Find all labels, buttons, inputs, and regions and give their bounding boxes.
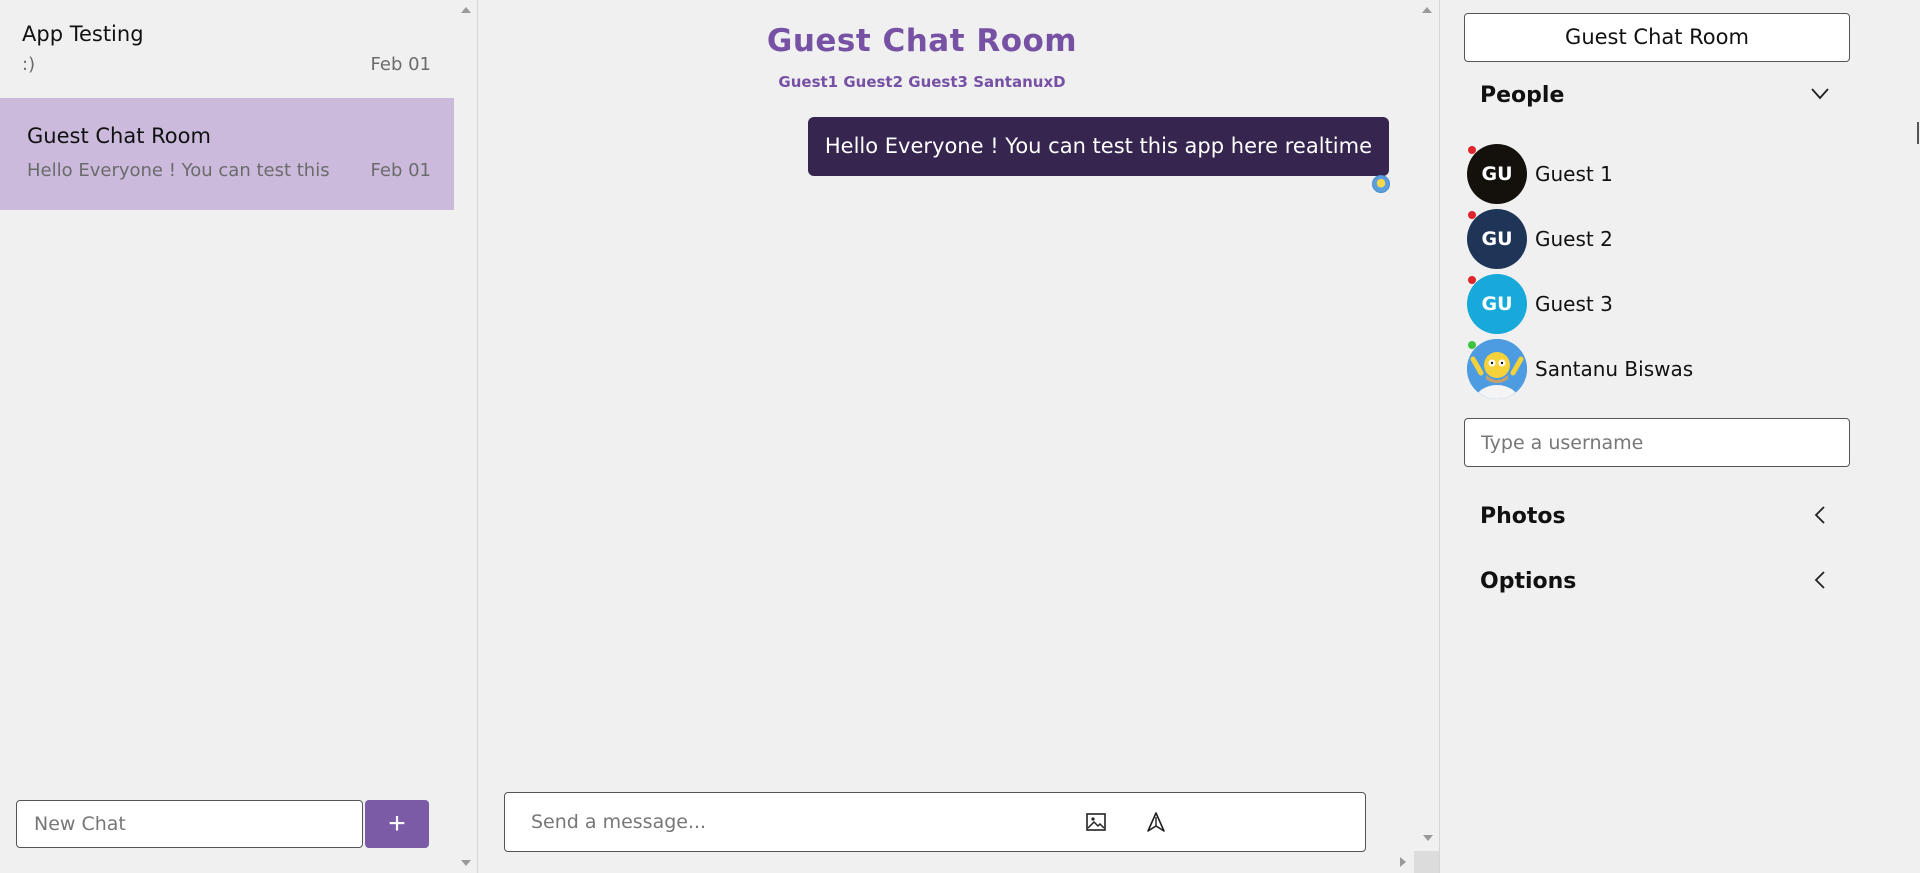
message-input[interactable] <box>506 794 1166 850</box>
chat-members: Guest1 Guest2 Guest3 SantanuxD <box>778 73 1066 91</box>
person-name: Guest 2 <box>1535 227 1613 251</box>
scroll-up-arrow[interactable] <box>1422 7 1432 13</box>
photos-section-header[interactable]: Photos <box>1480 504 1840 529</box>
avatar <box>1467 339 1527 399</box>
person-row[interactable]: Santanu Biswas <box>1467 339 1847 399</box>
chat-card-title: Guest Chat Room <box>27 124 211 148</box>
message-bubble: Hello Everyone ! You can test this app h… <box>807 117 1389 176</box>
scroll-down-arrow[interactable] <box>461 860 471 866</box>
avatar: GU <box>1467 144 1527 204</box>
avatar: GU <box>1467 274 1527 334</box>
people-section-header[interactable]: People <box>1480 83 1840 108</box>
person-name: Guest 3 <box>1535 292 1613 316</box>
chevron-down-icon[interactable] <box>1810 83 1830 109</box>
chat-card-guest-chat-room[interactable]: Guest Chat Room Hello Everyone ! You can… <box>0 98 454 210</box>
status-dot <box>1468 146 1476 154</box>
avatar: GU <box>1467 209 1527 269</box>
scroll-up-arrow[interactable] <box>461 7 471 13</box>
chat-feed: Guest Chat Room Guest1 Guest2 Guest3 San… <box>479 0 1440 873</box>
chat-card-date: Feb 01 <box>370 160 432 181</box>
chat-card-date: Feb 01 <box>370 54 432 75</box>
image-upload-icon[interactable] <box>1083 809 1109 835</box>
chat-card-preview: :) <box>22 54 36 75</box>
add-member-input[interactable] <box>1464 418 1850 467</box>
chevron-left-icon[interactable] <box>1810 504 1830 530</box>
scroll-down-arrow[interactable] <box>1423 835 1433 841</box>
person-name: Santanu Biswas <box>1535 357 1694 381</box>
new-chat-input[interactable] <box>16 800 363 848</box>
status-dot <box>1468 276 1476 284</box>
send-icon[interactable] <box>1143 809 1169 835</box>
message-form <box>504 792 1366 852</box>
read-receipt-avatar <box>1372 175 1390 193</box>
chat-card-preview: Hello Everyone ! You can test this app h… <box>27 160 332 181</box>
person-row[interactable]: GU Guest 2 <box>1467 209 1847 269</box>
person-row[interactable]: GU Guest 1 <box>1467 144 1847 204</box>
chat-title: Guest Chat Room <box>766 23 1078 59</box>
person-name: Guest 1 <box>1535 162 1613 186</box>
options-section-header[interactable]: Options <box>1480 569 1840 594</box>
chat-list-panel: App Testing :) Feb 01 Guest Chat Room He… <box>0 0 478 873</box>
chat-name-field[interactable]: Guest Chat Room <box>1464 13 1850 62</box>
options-label: Options <box>1480 569 1577 594</box>
scrollbar-corner <box>1414 851 1439 873</box>
chat-card-app-testing[interactable]: App Testing :) Feb 01 <box>0 8 454 88</box>
profile-picture-icon <box>1467 339 1527 399</box>
chat-settings-panel: Guest Chat Room People GU Guest 1 GU Gue… <box>1441 0 1920 873</box>
scroll-right-arrow[interactable] <box>1400 857 1406 867</box>
photos-label: Photos <box>1480 504 1566 529</box>
status-dot <box>1468 341 1476 349</box>
status-dot <box>1468 211 1476 219</box>
people-label: People <box>1480 83 1565 108</box>
person-row[interactable]: GU Guest 3 <box>1467 274 1847 334</box>
chevron-left-icon[interactable] <box>1810 569 1830 595</box>
chat-card-title: App Testing <box>22 22 144 46</box>
add-chat-button[interactable]: + <box>365 800 429 848</box>
